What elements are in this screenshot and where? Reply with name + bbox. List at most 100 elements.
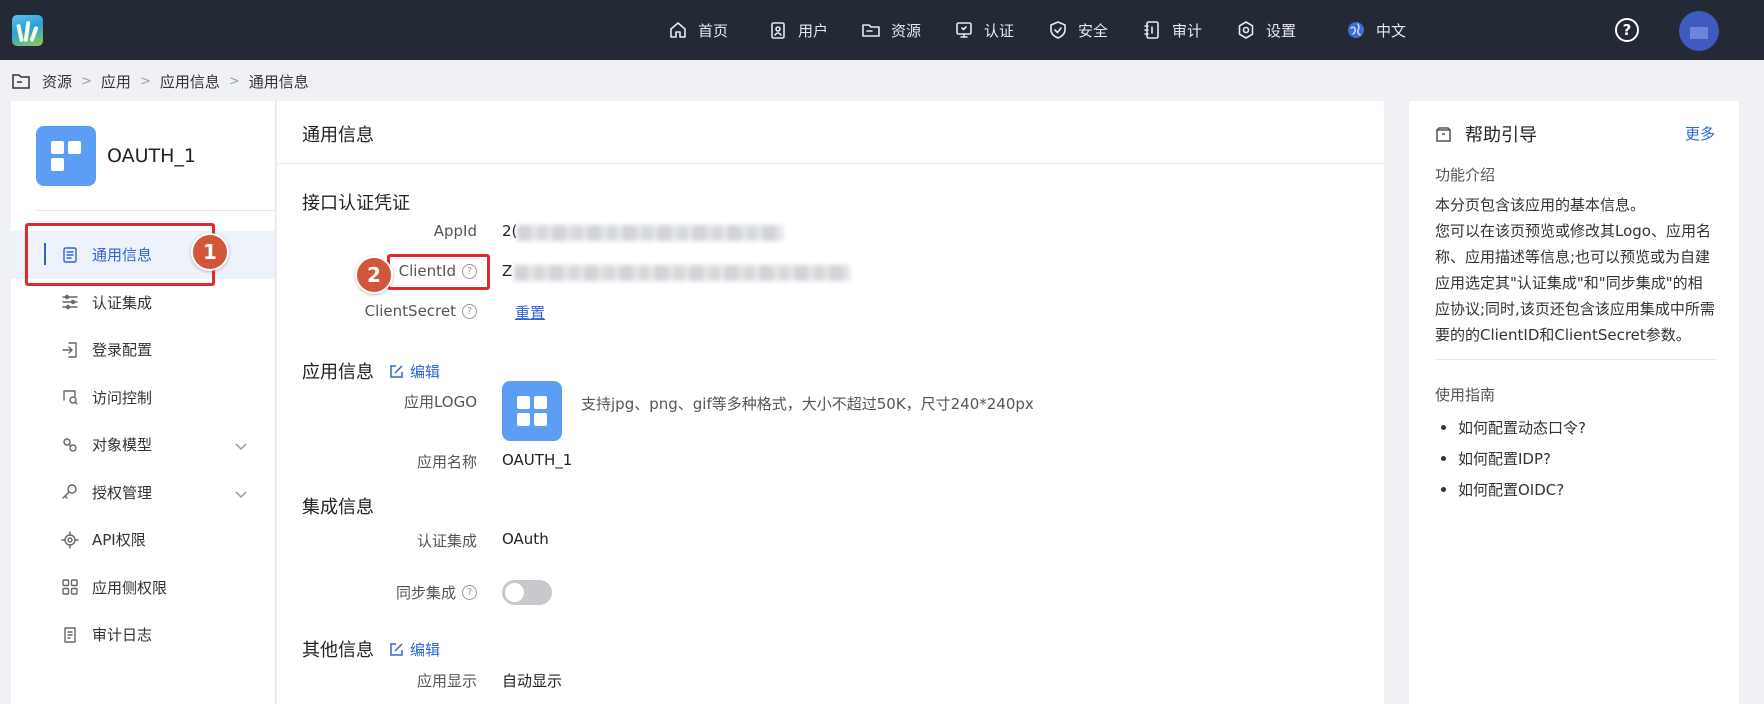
divider — [36, 210, 276, 211]
guide-link-otp[interactable]: 如何配置动态口令? — [1435, 412, 1586, 443]
nav-home[interactable]: 首页 — [668, 0, 728, 60]
nav-audit[interactable]: 审计 — [1142, 0, 1202, 60]
nav-users-label: 用户 — [798, 21, 829, 40]
nav-audit-label: 审计 — [1172, 21, 1203, 40]
sync-integration-label: 同步集成 ? — [277, 582, 477, 603]
main-panel: 通用信息 接口认证凭证 AppId 2( ClientId ? Z Client… — [277, 101, 1384, 704]
help-more-link[interactable]: 更多 — [1685, 123, 1715, 144]
login-icon — [61, 341, 79, 359]
app-logo[interactable] — [12, 15, 43, 46]
guide-link-idp[interactable]: 如何配置IDP? — [1435, 443, 1586, 474]
sidebar-item-label: 认证集成 — [92, 293, 153, 312]
app-icon — [36, 126, 96, 186]
breadcrumb-current: 通用信息 — [248, 72, 309, 91]
question-icon[interactable]: ? — [462, 585, 477, 600]
sliders-icon — [61, 293, 79, 311]
appid-label: AppId — [277, 222, 477, 240]
step-badge-2: 2 — [355, 256, 393, 294]
key-icon — [61, 483, 79, 501]
nav-resources[interactable]: 资源 — [861, 0, 921, 60]
page-edge — [1750, 60, 1764, 704]
edit-icon — [390, 642, 403, 656]
sidebar-item-api-permissions[interactable]: API权限 — [11, 516, 275, 564]
edit-app-info-button[interactable]: 编辑 — [389, 361, 440, 382]
help-button[interactable]: ? — [1615, 18, 1639, 42]
other-section-title: 其他信息 编辑 — [302, 636, 440, 662]
auth-integration-label: 认证集成 — [277, 530, 477, 551]
breadcrumb-app-info[interactable]: 应用信息 — [160, 71, 220, 92]
sidebar-item-object-model[interactable]: 对象模型 — [11, 421, 275, 469]
clientsecret-label: ClientSecret ? — [277, 302, 477, 320]
app-name-label-text: 应用名称 — [416, 453, 477, 471]
question-icon[interactable]: ? — [462, 303, 477, 319]
audit-icon — [1142, 20, 1162, 40]
step-badge-1: 1 — [191, 233, 229, 271]
logo-label: 应用LOGO — [277, 391, 477, 412]
other-title: 其他信息 — [302, 640, 374, 661]
nav-users[interactable]: 用户 — [768, 0, 828, 60]
sidebar-item-audit-log[interactable]: 审计日志 — [11, 611, 275, 659]
breadcrumb-resources[interactable]: 资源 — [42, 71, 72, 92]
intro-description: 本分页包含该应用的基本信息。 您可以在该页预览或修改其Logo、应用名称、应用描… — [1435, 192, 1717, 348]
language-switcher[interactable]: 中文 — [1346, 0, 1406, 60]
sidebar-item-label: 访问控制 — [92, 388, 153, 407]
sidebar-item-label: 对象模型 — [92, 436, 153, 455]
guide-link-oidc[interactable]: 如何配置OIDC? — [1435, 474, 1586, 505]
credentials-section-title: 接口认证凭证 — [302, 189, 410, 215]
sync-integration-toggle[interactable] — [502, 580, 552, 605]
intro-line: 本分页包含该应用的基本信息。 — [1435, 196, 1646, 214]
sync-integration-label-text: 同步集成 — [395, 584, 456, 602]
intro-title: 功能介绍 — [1435, 166, 1496, 184]
clientsecret-actions: 重置 — [515, 302, 545, 323]
shield-icon — [1048, 20, 1068, 40]
app-header: OAUTH_1 — [36, 126, 196, 186]
chevron-right-icon: > — [139, 73, 151, 89]
sidebar-item-label: 登录配置 — [92, 341, 153, 360]
page-title: 通用信息 — [302, 125, 374, 146]
chevron-down-icon[interactable] — [235, 438, 247, 451]
grid-icon — [61, 578, 79, 596]
nav-settings-label: 设置 — [1266, 21, 1297, 40]
credentials-title: 接口认证凭证 — [302, 193, 410, 214]
guide-title: 使用指南 — [1435, 386, 1496, 404]
sidebar-item-authorization[interactable]: 授权管理 — [11, 469, 275, 517]
reset-secret-link[interactable]: 重置 — [515, 304, 545, 322]
box-icon — [1436, 126, 1451, 142]
sidebar-item-login-config[interactable]: 登录配置 — [11, 326, 275, 374]
app-info-section-title: 应用信息 编辑 — [302, 358, 440, 384]
app-name-value: OAUTH_1 — [502, 451, 573, 469]
help-title: 帮助引导 — [1435, 121, 1537, 147]
user-icon — [768, 20, 788, 40]
user-avatar[interactable] — [1679, 11, 1719, 51]
sidebar-menu: 通用信息 认证集成 登录配置 访问控制 对象模型 授权管理 API权限 应用侧权… — [11, 231, 275, 659]
chevron-right-icon: > — [228, 73, 240, 89]
edit-label: 编辑 — [410, 362, 441, 381]
app-sidebar: OAUTH_1 通用信息 认证集成 登录配置 访问控制 对象模型 授权管理 AP… — [11, 101, 276, 704]
sidebar-item-access-control[interactable]: 访问控制 — [11, 374, 275, 422]
appid-label-text: AppId — [433, 222, 477, 240]
log-icon — [61, 626, 79, 644]
nav-auth[interactable]: 认证 — [954, 0, 1014, 60]
guide-list: 如何配置动态口令? 如何配置IDP? 如何配置OIDC? — [1435, 412, 1586, 505]
integration-title: 集成信息 — [302, 497, 374, 518]
highlight-box-general-info — [25, 223, 215, 286]
gear-icon — [1236, 20, 1256, 40]
monitor-icon — [954, 20, 974, 40]
chevron-right-icon: > — [81, 73, 92, 89]
breadcrumb-apps[interactable]: 应用 — [101, 71, 131, 92]
nav-resources-label: 资源 — [891, 21, 922, 40]
edit-other-info-button[interactable]: 编辑 — [389, 639, 440, 660]
auth-integration-value: OAuth — [502, 530, 549, 548]
sidebar-item-label: API权限 — [92, 531, 146, 550]
auth-integration-label-text: 认证集成 — [416, 532, 477, 550]
folder-icon — [861, 20, 881, 40]
nav-settings[interactable]: 设置 — [1236, 0, 1296, 60]
chevron-down-icon[interactable] — [235, 486, 247, 498]
nav-security[interactable]: 安全 — [1048, 0, 1108, 60]
top-navigation-bar: 首页 用户 资源 认证 安全 审计 设置 中文 ? — [0, 0, 1764, 60]
clientsecret-label-text: ClientSecret — [364, 302, 456, 320]
app-logo-preview[interactable] — [502, 381, 562, 441]
model-icon — [61, 436, 79, 454]
app-display-label-text: 应用显示 — [416, 672, 477, 690]
sidebar-item-app-permissions[interactable]: 应用侧权限 — [11, 564, 275, 612]
